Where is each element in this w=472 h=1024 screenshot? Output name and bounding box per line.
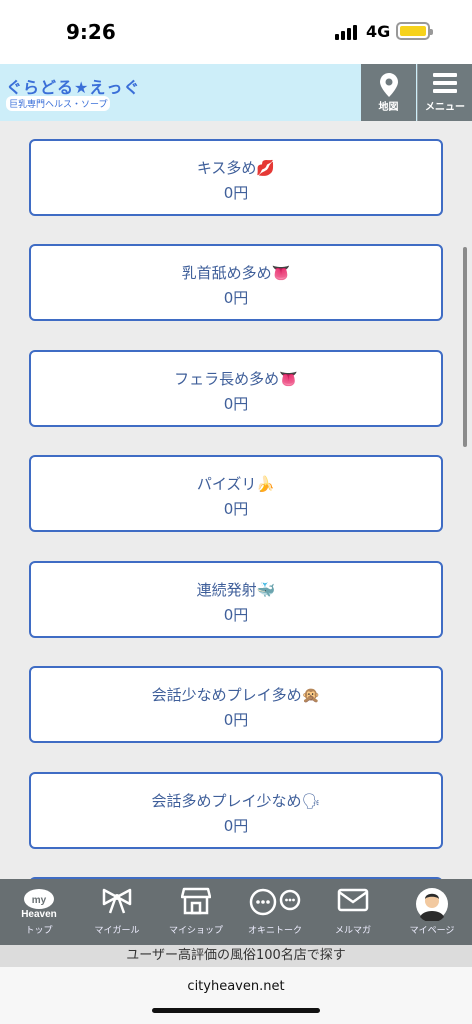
svg-text:my: my bbox=[32, 895, 47, 906]
map-label: 地図 bbox=[378, 102, 399, 113]
logo-main-text: ぐらどる★えっぐ bbox=[6, 78, 141, 97]
nav-mypage-label: マイページ bbox=[409, 926, 455, 936]
url-text[interactable]: cityheaven.net bbox=[0, 979, 472, 994]
menu-label: メニュー bbox=[425, 102, 465, 113]
shop-logo[interactable]: ぐらどる★えっぐ 巨乳専門ヘルス・ソープ bbox=[6, 74, 146, 114]
option-price: 0円 bbox=[223, 184, 249, 202]
option-card[interactable]: 乳首舐め多め👅 0円 bbox=[29, 244, 443, 321]
hamburger-icon bbox=[433, 73, 457, 93]
browser-bar: cityheaven.net bbox=[0, 967, 472, 1024]
battery-icon bbox=[396, 22, 433, 40]
nav-myshop[interactable]: マイショップ bbox=[157, 879, 235, 945]
nav-mailmag[interactable]: メルマガ bbox=[314, 879, 392, 945]
logo-sub-text: 巨乳専門ヘルス・ソープ bbox=[6, 96, 111, 111]
option-title: 会話多めプレイ少なめ🗣 bbox=[151, 792, 321, 810]
option-title: 乳首舐め多め👅 bbox=[181, 264, 291, 282]
menu-button[interactable]: メニュー bbox=[417, 64, 472, 121]
bottom-nav: my Heaven トップ マイガール マイショップ オキニトーク メルマガ マ… bbox=[0, 879, 472, 945]
option-price: 0円 bbox=[223, 817, 249, 835]
nav-mailmag-label: メルマガ bbox=[334, 926, 371, 936]
option-list: キス多め💋 0円 乳首舐め多め👅 0円 フェラ長め多め👅 0円 パイズリ🍌 0円… bbox=[0, 121, 472, 879]
option-title: 会話少なめプレイ多め🙊 bbox=[151, 686, 321, 704]
status-time: 9:26 bbox=[66, 20, 116, 44]
ribbon-icon bbox=[102, 888, 132, 914]
nav-top-label: トップ bbox=[25, 926, 53, 936]
option-price: 0円 bbox=[223, 395, 249, 413]
chat-icon bbox=[249, 888, 301, 916]
option-card[interactable]: フェラ長め多め👅 0円 bbox=[29, 350, 443, 427]
map-pin-icon bbox=[379, 73, 398, 97]
promo-banner[interactable]: ユーザー高評価の風俗100名店で探す bbox=[0, 945, 472, 967]
nav-mypage[interactable]: マイページ bbox=[393, 879, 471, 945]
option-card[interactable]: 会話多めプレイ少なめ🗣 0円 bbox=[29, 772, 443, 849]
site-header: ぐらどる★えっぐ 巨乳専門ヘルス・ソープ 地図 メニュー bbox=[0, 64, 472, 121]
option-price: 0円 bbox=[223, 289, 249, 307]
nav-okinitalk-label: オキニトーク bbox=[247, 926, 302, 936]
option-card[interactable]: キス多め💋 0円 bbox=[29, 139, 443, 216]
nav-okinitalk[interactable]: オキニトーク bbox=[236, 879, 314, 945]
signal-icon bbox=[335, 24, 359, 40]
scrollbar[interactable] bbox=[463, 247, 467, 447]
option-card[interactable]: パイズリ🍌 0円 bbox=[29, 455, 443, 532]
nav-myshop-label: マイショップ bbox=[168, 926, 223, 936]
option-price: 0円 bbox=[223, 711, 249, 729]
svg-text:Heaven: Heaven bbox=[21, 909, 57, 919]
avatar-icon bbox=[416, 888, 448, 921]
option-card[interactable]: 会話少なめプレイ多め🙊 0円 bbox=[29, 666, 443, 743]
option-title: キス多め💋 bbox=[196, 159, 276, 177]
nav-mygirl-label: マイガール bbox=[94, 926, 140, 936]
option-title: パイズリ🍌 bbox=[196, 475, 276, 493]
network-label: 4G bbox=[366, 22, 391, 41]
shop-icon bbox=[181, 887, 211, 915]
map-button[interactable]: 地図 bbox=[361, 64, 416, 121]
option-title: フェラ長め多め👅 bbox=[174, 370, 298, 388]
option-title: 連続発射🐳 bbox=[196, 581, 276, 599]
nav-top[interactable]: my Heaven トップ bbox=[0, 879, 78, 945]
mail-icon bbox=[337, 888, 369, 912]
option-price: 0円 bbox=[223, 606, 249, 624]
option-card[interactable]: 連続発射🐳 0円 bbox=[29, 561, 443, 638]
option-price: 0円 bbox=[223, 500, 249, 518]
status-bar: 9:26 4G bbox=[0, 0, 472, 64]
nav-mygirl[interactable]: マイガール bbox=[78, 879, 156, 945]
home-indicator[interactable] bbox=[152, 1008, 320, 1013]
my-heaven-icon: my Heaven bbox=[21, 889, 57, 919]
